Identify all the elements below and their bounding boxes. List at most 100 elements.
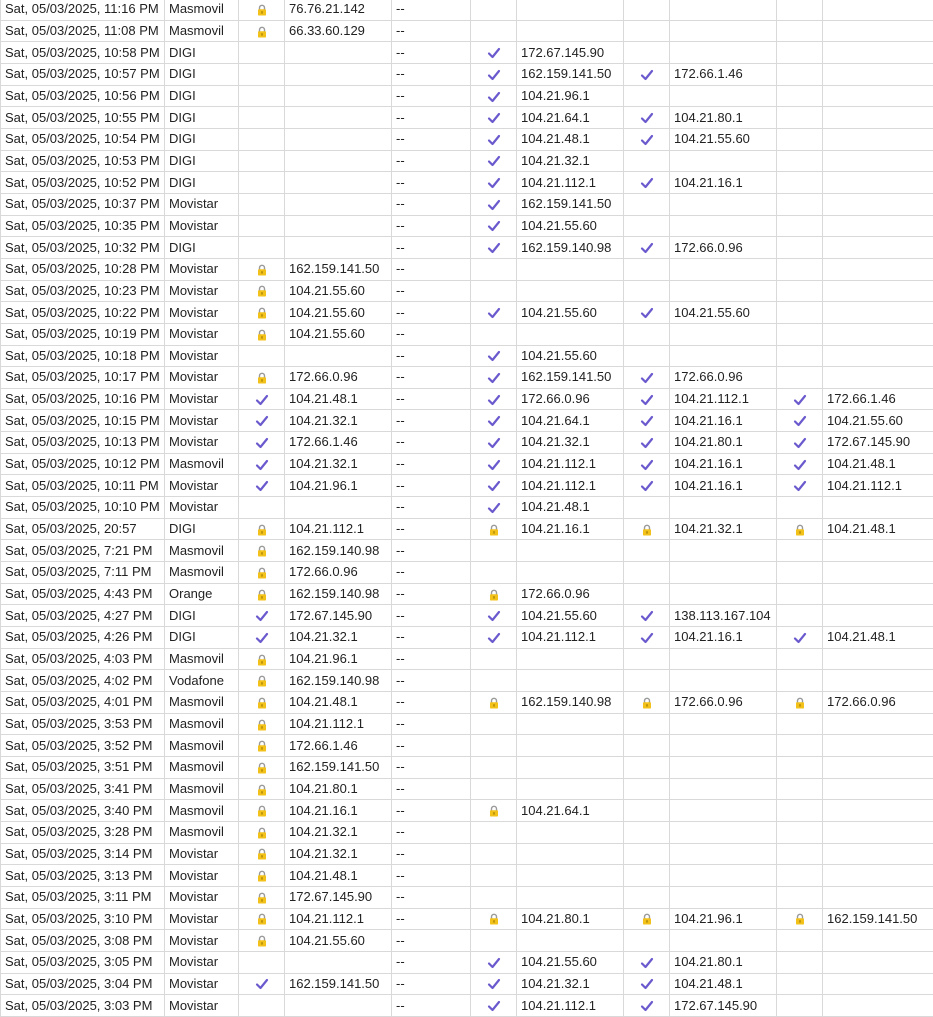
- status-cell-3: [624, 648, 670, 670]
- check-icon: [487, 434, 501, 449]
- ip-cell-3: [670, 865, 777, 887]
- ip-cell-2: 104.21.64.1: [517, 800, 624, 822]
- dash-cell: --: [392, 63, 471, 85]
- table-row: Sat, 05/03/2025, 4:01 PMMasmovil104.21.4…: [1, 692, 933, 714]
- dash-cell: --: [392, 215, 471, 237]
- status-cell-3: [624, 951, 670, 973]
- ip-cell-1: 104.21.32.1: [285, 453, 392, 475]
- date-cell: Sat, 05/03/2025, 3:51 PM: [1, 756, 165, 778]
- lock-icon: [257, 651, 267, 666]
- status-cell-3: [624, 821, 670, 843]
- lock-icon: [257, 889, 267, 904]
- ip-cell-4: [823, 20, 933, 42]
- status-cell-2: [471, 432, 517, 454]
- check-icon: [640, 976, 654, 991]
- status-cell-4: [777, 410, 823, 432]
- status-cell-2: [471, 150, 517, 172]
- ip-cell-4: [823, 973, 933, 995]
- ip-cell-4: 104.21.48.1: [823, 453, 933, 475]
- status-cell-2: [471, 670, 517, 692]
- ip-cell-3: [670, 0, 777, 20]
- ip-cell-1: [285, 85, 392, 107]
- status-cell-2: [471, 237, 517, 259]
- isp-cell: Movistar: [165, 193, 239, 215]
- lock-icon: [257, 1, 267, 16]
- dash-cell: --: [392, 280, 471, 302]
- dash-cell: --: [392, 843, 471, 865]
- ip-cell-4: 172.66.0.96: [823, 692, 933, 714]
- isp-cell: Movistar: [165, 323, 239, 345]
- check-icon: [640, 369, 654, 384]
- ip-cell-2: [517, 778, 624, 800]
- ip-cell-3: [670, 562, 777, 584]
- status-cell-2: [471, 345, 517, 367]
- check-icon: [487, 153, 501, 168]
- lock-icon: [257, 846, 267, 861]
- ip-cell-4: [823, 345, 933, 367]
- check-icon: [255, 478, 269, 493]
- check-icon: [640, 391, 654, 406]
- ip-cell-1: 104.21.55.60: [285, 302, 392, 324]
- ip-cell-2: [517, 886, 624, 908]
- lock-icon: [257, 781, 267, 796]
- ip-cell-3: [670, 886, 777, 908]
- ip-cell-3: [670, 670, 777, 692]
- isp-cell: Movistar: [165, 302, 239, 324]
- lock-icon: [257, 673, 267, 688]
- table-row: Sat, 05/03/2025, 10:16 PMMovistar104.21.…: [1, 388, 933, 410]
- ip-cell-2: 104.21.64.1: [517, 107, 624, 129]
- check-icon: [640, 608, 654, 623]
- ip-cell-4: [823, 778, 933, 800]
- isp-cell: Masmovil: [165, 540, 239, 562]
- ip-cell-3: [670, 193, 777, 215]
- dash-cell: --: [392, 323, 471, 345]
- lock-icon: [257, 586, 267, 601]
- ip-cell-2: [517, 20, 624, 42]
- lock-icon: [257, 305, 267, 320]
- isp-cell: DIGI: [165, 63, 239, 85]
- table-row: Sat, 05/03/2025, 3:11 PMMovistar172.67.1…: [1, 886, 933, 908]
- table-row: Sat, 05/03/2025, 3:53 PMMasmovil104.21.1…: [1, 713, 933, 735]
- check-icon: [487, 45, 501, 60]
- status-cell-3: [624, 735, 670, 757]
- date-cell: Sat, 05/03/2025, 3:52 PM: [1, 735, 165, 757]
- status-cell-2: [471, 280, 517, 302]
- ip-cell-1: [285, 128, 392, 150]
- date-cell: Sat, 05/03/2025, 7:11 PM: [1, 562, 165, 584]
- status-cell-2: [471, 930, 517, 952]
- isp-cell: DIGI: [165, 128, 239, 150]
- status-cell-1: [239, 821, 285, 843]
- ip-cell-2: [517, 756, 624, 778]
- status-cell-1: [239, 865, 285, 887]
- ip-cell-2: 104.21.112.1: [517, 627, 624, 649]
- table-row: Sat, 05/03/2025, 3:52 PMMasmovil172.66.1…: [1, 735, 933, 757]
- status-cell-4: [777, 821, 823, 843]
- ip-cell-1: 104.21.96.1: [285, 648, 392, 670]
- status-cell-3: [624, 778, 670, 800]
- ip-cell-2: 104.21.96.1: [517, 85, 624, 107]
- dash-cell: --: [392, 497, 471, 519]
- status-cell-1: [239, 453, 285, 475]
- status-cell-4: [777, 973, 823, 995]
- status-cell-2: [471, 562, 517, 584]
- isp-cell: Movistar: [165, 432, 239, 454]
- status-cell-2: [471, 756, 517, 778]
- date-cell: Sat, 05/03/2025, 4:03 PM: [1, 648, 165, 670]
- date-cell: Sat, 05/03/2025, 10:12 PM: [1, 453, 165, 475]
- status-cell-2: [471, 20, 517, 42]
- status-cell-4: [777, 475, 823, 497]
- status-cell-2: [471, 63, 517, 85]
- isp-cell: Masmovil: [165, 692, 239, 714]
- ip-cell-4: [823, 42, 933, 64]
- lock-icon: [257, 564, 267, 579]
- ip-cell-2: 172.67.145.90: [517, 42, 624, 64]
- status-cell-4: [777, 302, 823, 324]
- ip-cell-2: [517, 843, 624, 865]
- ip-cell-4: [823, 258, 933, 280]
- status-cell-1: [239, 432, 285, 454]
- isp-cell: Movistar: [165, 930, 239, 952]
- check-icon: [487, 131, 501, 146]
- ip-cell-3: 104.21.16.1: [670, 627, 777, 649]
- dash-cell: --: [392, 692, 471, 714]
- ip-cell-2: 104.21.112.1: [517, 995, 624, 1017]
